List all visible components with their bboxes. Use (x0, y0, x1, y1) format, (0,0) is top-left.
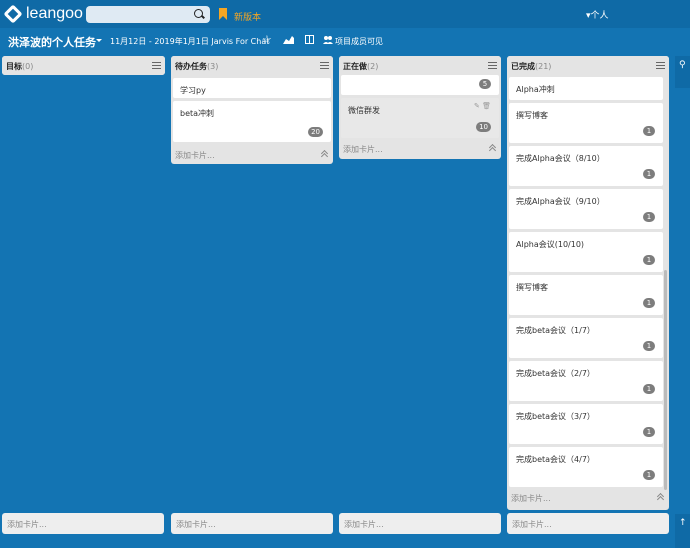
search-input[interactable] (86, 6, 210, 23)
list-header: 已完成(21) (507, 56, 669, 75)
delete-icon[interactable]: 🗑 (482, 102, 491, 110)
card-actions: ✎ 🗑 (474, 102, 491, 110)
card-title: 完成beta会议（4/7） (516, 455, 595, 464)
arrow-up-icon[interactable]: ↑ (679, 518, 687, 528)
card-title: Alpha冲刺 (516, 85, 555, 94)
card-badge: 1 (643, 384, 655, 394)
list-menu-icon[interactable] (152, 62, 161, 69)
card[interactable]: Alpha冲刺 (509, 77, 663, 100)
card-badge: 1 (643, 212, 655, 222)
list-title[interactable]: 正在做(2) (343, 61, 378, 72)
card-title: 完成Alpha会议（8/10） (516, 154, 605, 163)
card[interactable]: 微信群发 ✎ 🗑 10 (341, 98, 499, 138)
list-menu-icon[interactable] (488, 62, 497, 69)
board-title[interactable]: 洪泽波的个人任务 (8, 34, 96, 50)
top-nav-bar: leangoo 新版本 ▾个人 (0, 0, 690, 28)
card[interactable]: 完成beta会议（1/7） 1 (509, 318, 663, 358)
bottom-add-card[interactable]: 添加卡片... (507, 513, 669, 534)
bottom-add-card[interactable]: 添加卡片... (2, 513, 164, 534)
bottom-add-card[interactable]: 添加卡片... (339, 513, 501, 534)
add-card-link[interactable]: 添加卡片... (175, 150, 215, 161)
list-goals: 目标(0) (2, 56, 165, 75)
card-title: 完成beta会议（3/7） (516, 412, 595, 421)
card-title: 学习py (180, 86, 206, 95)
card[interactable]: 撰写博客 1 (509, 275, 663, 315)
list-header: 目标(0) (2, 56, 165, 75)
edit-icon[interactable]: ✎ (474, 102, 480, 110)
list-header: 待办任务(3) (171, 56, 333, 75)
list-done: 已完成(21) Alpha冲刺 撰写博客 1 完成Alpha会议（8/10） 1… (507, 56, 669, 510)
card[interactable]: 完成beta会议（3/7） 1 (509, 404, 663, 444)
visibility-label[interactable]: 项目成员可见 (335, 36, 383, 47)
card-badge: 1 (643, 298, 655, 308)
side-panel-tab[interactable]: ⚲ (675, 56, 690, 88)
star-icon[interactable]: ☆ (262, 33, 272, 46)
list-menu-icon[interactable] (320, 62, 329, 69)
user-menu[interactable]: ▾个人 (586, 8, 609, 21)
card-title: 撰写博客 (516, 283, 548, 292)
card-title: beta冲刺 (180, 109, 215, 118)
card-title: 完成Alpha会议（9/10） (516, 197, 605, 206)
card-badge: 1 (643, 126, 655, 136)
list-doing: 正在做(2) 5 微信群发 ✎ 🗑 10 添加卡片... (339, 56, 501, 159)
bottom-add-card[interactable]: 添加卡片... (171, 513, 333, 534)
list-todo: 待办任务(3) 学习py beta冲刺 20 添加卡片... (171, 56, 333, 164)
card[interactable]: 完成Alpha会议（8/10） 1 (509, 146, 663, 186)
list-menu-icon[interactable] (656, 62, 665, 69)
side-panel-tab-bottom[interactable]: ↑ (675, 514, 690, 548)
card-badge: 1 (643, 341, 655, 351)
list-title[interactable]: 已完成(21) (511, 61, 551, 72)
card[interactable]: 学习py (173, 78, 331, 98)
card-badge: 20 (308, 127, 323, 137)
card-badge: 1 (643, 427, 655, 437)
card-title: 完成beta会议（1/7） (516, 326, 595, 335)
card-badge: 10 (476, 122, 491, 132)
card-title: 撰写博客 (516, 111, 548, 120)
scrollbar[interactable] (664, 270, 667, 490)
card[interactable]: 5 (341, 75, 499, 95)
card-title: 完成beta会议（2/7） (516, 369, 595, 378)
chart-icon[interactable] (283, 35, 294, 44)
card-title: 微信群发 (348, 106, 380, 115)
add-card-link[interactable]: 添加卡片... (511, 493, 551, 504)
list-title[interactable]: 待办任务(3) (175, 61, 218, 72)
add-card-link[interactable]: 添加卡片... (343, 144, 383, 155)
card[interactable]: 完成Alpha会议（9/10） 1 (509, 189, 663, 229)
card-badge: 1 (643, 169, 655, 179)
new-version-link[interactable]: 新版本 (234, 10, 261, 23)
list-header: 正在做(2) (339, 56, 501, 75)
card[interactable]: 完成beta会议（4/7） 1 (509, 447, 663, 487)
logo-icon[interactable] (3, 4, 23, 24)
card-title: Alpha会议(10/10) (516, 240, 585, 249)
collapse-icon[interactable] (658, 494, 664, 500)
card[interactable]: 撰写博客 1 (509, 103, 663, 143)
search-icon[interactable] (194, 9, 203, 18)
bookmark-icon (219, 8, 227, 20)
card-badge: 1 (643, 255, 655, 265)
collapse-icon[interactable] (322, 151, 328, 157)
board-dates: 11月12日 - 2019年1月1日 Jarvis For Chat (110, 37, 270, 46)
brand-name[interactable]: leangoo (26, 5, 83, 23)
collapse-icon[interactable] (490, 145, 496, 151)
pin-icon[interactable]: ⚲ (679, 60, 686, 70)
members-icon[interactable] (323, 35, 333, 44)
layout-icon[interactable] (305, 35, 314, 44)
list-title[interactable]: 目标(0) (6, 61, 33, 72)
card[interactable]: 完成beta会议（2/7） 1 (509, 361, 663, 401)
chevron-down-icon[interactable] (96, 39, 102, 42)
card[interactable]: beta冲刺 20 (173, 101, 331, 142)
card-badge: 1 (643, 470, 655, 480)
card[interactable]: Alpha会议(10/10) 1 (509, 232, 663, 272)
card-badge: 5 (479, 79, 491, 89)
